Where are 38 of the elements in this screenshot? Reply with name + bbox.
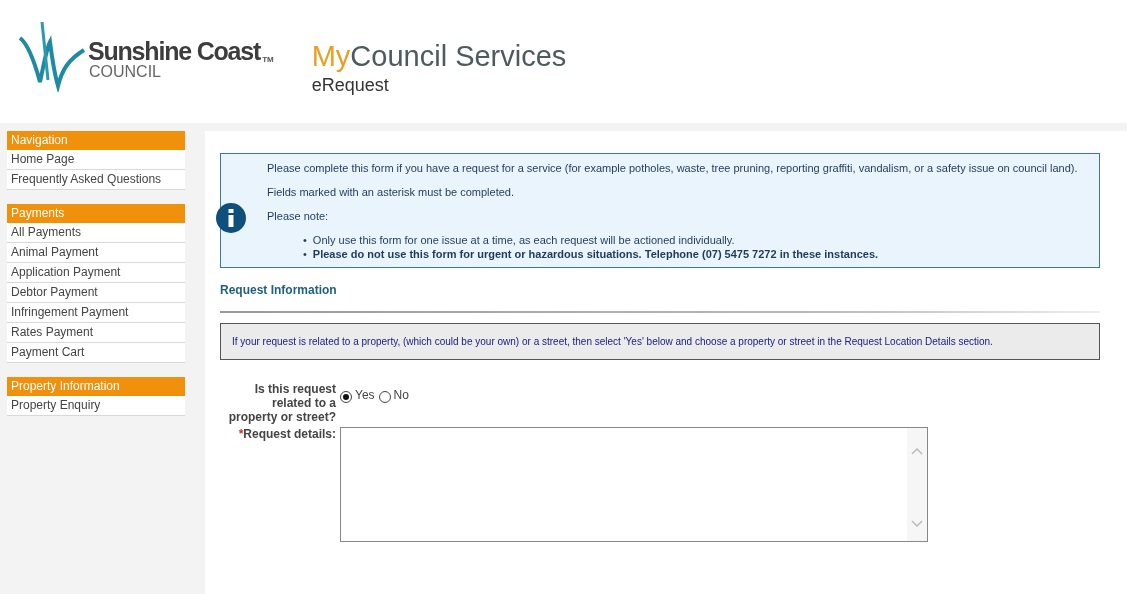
wave-logo-icon — [18, 20, 86, 92]
sidebar-section-header: Navigation — [7, 131, 185, 150]
info-text: Fields marked with an asterisk must be completed. — [267, 185, 515, 199]
bullet-marker: • — [303, 247, 307, 261]
radio-label[interactable]: Yes — [355, 388, 375, 402]
sidebar-link[interactable]: All Payments — [7, 223, 185, 243]
sidebar-link[interactable]: Property Enquiry — [7, 396, 185, 416]
info-text: Please note: — [267, 209, 330, 223]
field-label: *Request details: — [237, 427, 336, 443]
logo-name: Sunshine Coast — [88, 38, 261, 64]
trademark-mark: TM — [262, 55, 274, 64]
question-label: Is this request related to a property or street? — [227, 382, 336, 424]
page-title: MyCouncil Services — [311, 40, 567, 72]
sidebar-link[interactable]: Frequently Asked Questions — [7, 170, 185, 190]
sidebar-link[interactable]: Animal Payment — [7, 243, 185, 263]
logo-subtitle: COUNCIL — [89, 63, 162, 80]
notice-panel: If your request is related to a property, (which could be your own) or a street, then select 'Yes' below and choose a property or street in the Request Location Details section. — [220, 323, 1100, 360]
radio-label[interactable]: No — [393, 388, 409, 402]
sidebar-section-header: Property Information — [7, 377, 185, 396]
request-details-field[interactable] — [340, 427, 928, 542]
sidebar-link[interactable]: Home Page — [7, 150, 185, 170]
sidebar-link[interactable]: Application Payment — [7, 263, 185, 283]
bullet-marker: • — [303, 233, 307, 247]
info-bullet: Please do not use this form for urgent or hazardous situations. Telephone (07) 5475 7272 in these instances. — [312, 247, 879, 261]
info-icon — [215, 202, 247, 234]
sidebar-section-header: Payments — [7, 204, 185, 223]
info-text: Please complete this form if you have a request for a service (for example potholes, waste, tree pruning, reporting graffiti, vandalism, or a safety issue on council land). — [267, 161, 1078, 175]
radio-button[interactable] — [378, 391, 391, 403]
sidebar-link[interactable]: Rates Payment — [7, 323, 185, 343]
page-subtitle: eRequest — [311, 74, 390, 96]
section-heading: Request Information — [220, 283, 338, 297]
sidebar-link[interactable]: Infringement Payment — [7, 303, 185, 323]
radio-button[interactable] — [340, 391, 352, 403]
sidebar-link[interactable]: Payment Cart — [7, 343, 185, 363]
chevron-down-icon[interactable] — [911, 520, 923, 527]
sidebar-link[interactable]: Debtor Payment — [7, 283, 185, 303]
info-bullet: Only use this form for one issue at a time, as each request will be actioned individually. — [312, 233, 735, 247]
chevron-up-icon[interactable] — [911, 448, 923, 455]
